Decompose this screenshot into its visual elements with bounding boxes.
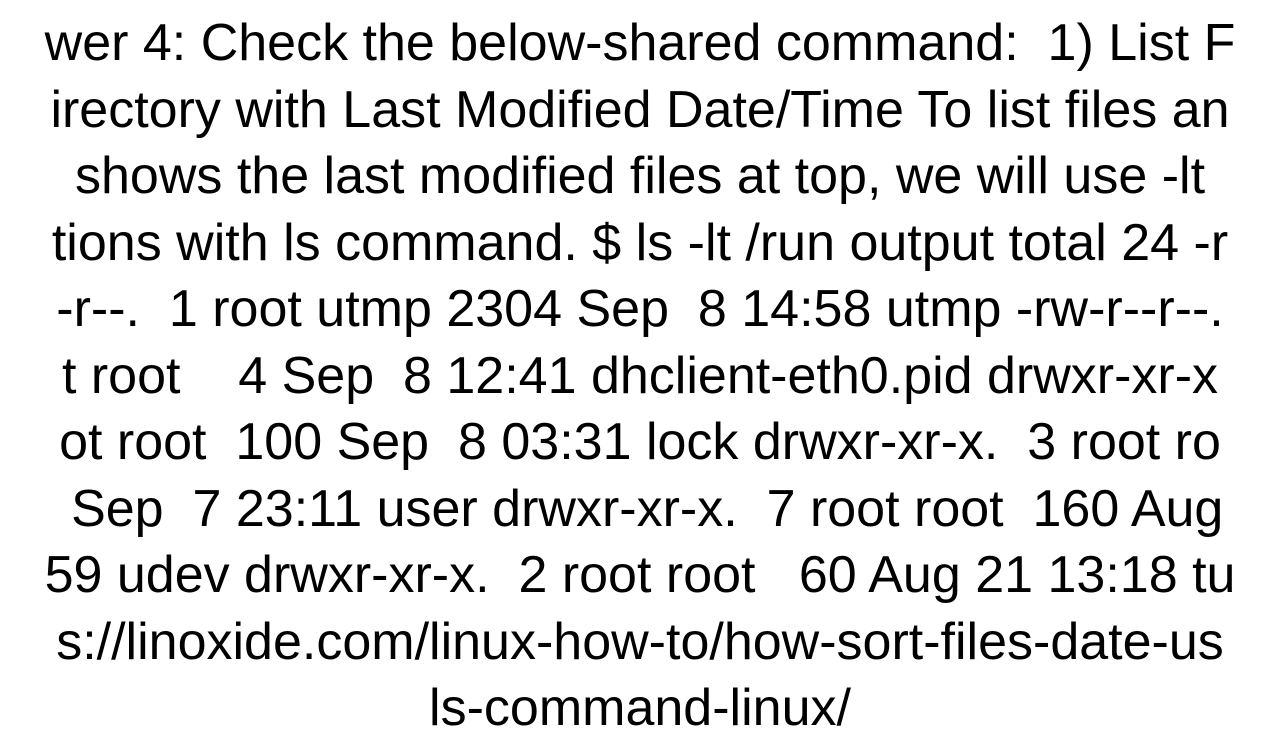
document-body-text: wer 4: Check the below-shared command: 1… bbox=[0, 10, 1280, 742]
